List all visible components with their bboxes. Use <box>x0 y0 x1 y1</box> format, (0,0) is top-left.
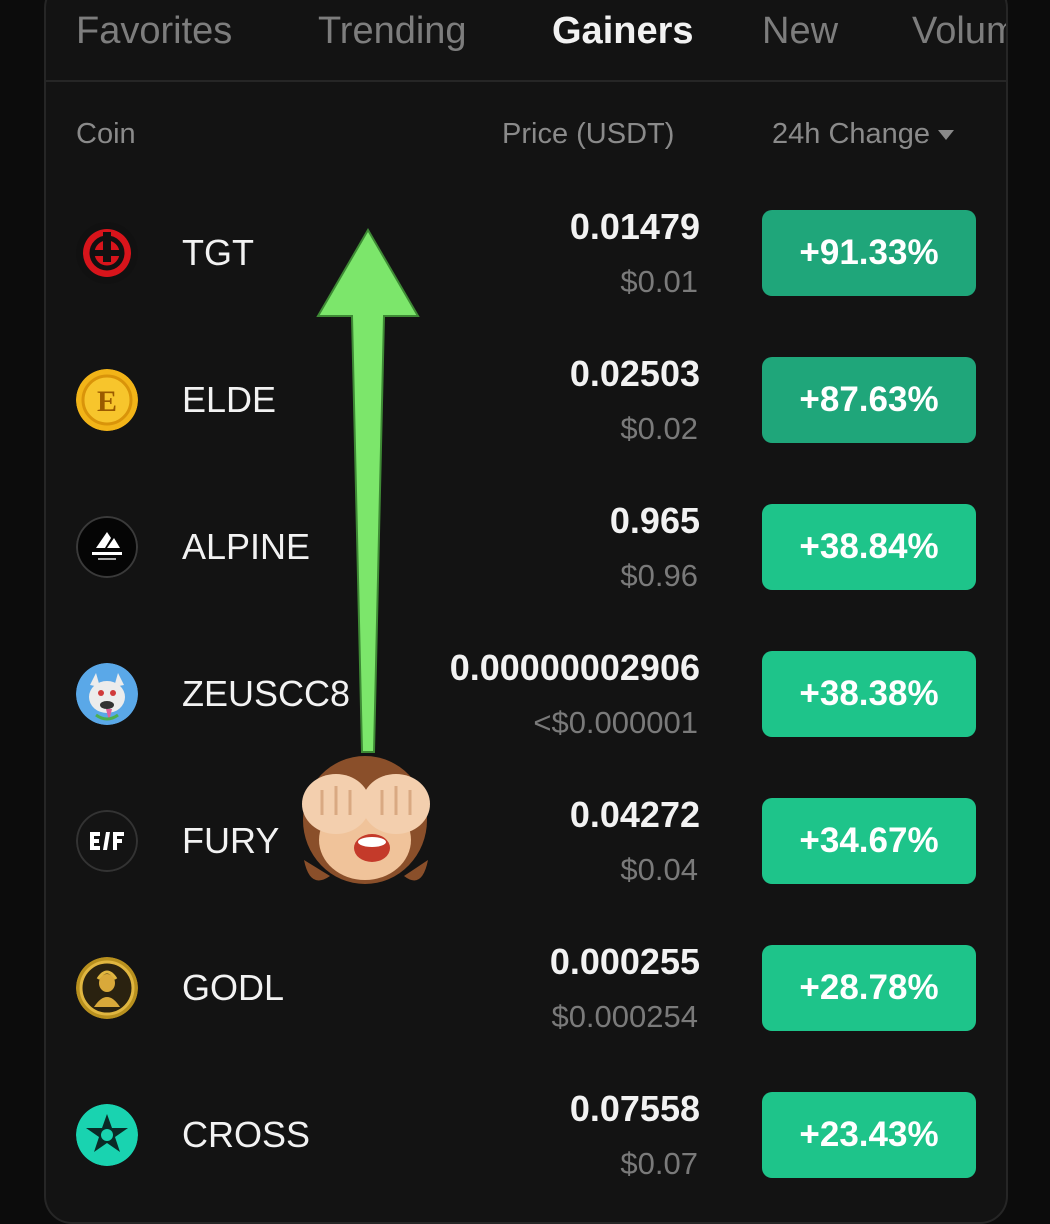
tgt-coin-icon <box>76 222 138 284</box>
sort-descending-icon <box>938 130 955 141</box>
coin-symbol: TGT <box>182 232 254 273</box>
coin-row-cross[interactable]: CROSS 0.07558 $0.07 +23.43% <box>46 1070 1006 1200</box>
coin-column-header: Coin <box>76 118 136 150</box>
coin-row-zeuscc8[interactable]: ZEUSCC8 0.00000002906 <$0.000001 +38.38% <box>46 629 1006 759</box>
change-badge[interactable]: +34.67% <box>762 798 976 884</box>
coin-symbol: CROSS <box>182 1114 311 1155</box>
coin-usd-price: <$0.000001 <box>533 705 698 740</box>
coin-price: 0.07558 <box>569 1088 700 1129</box>
svg-text:E: E <box>97 385 117 418</box>
change-column-label: 24h Change <box>772 118 931 150</box>
coin-symbol: FURY <box>182 820 280 861</box>
tab-gainers[interactable]: Gainers <box>552 10 694 53</box>
change-badge[interactable]: +28.78% <box>762 945 976 1031</box>
coin-usd-price: $0.000254 <box>551 999 698 1034</box>
coin-price: 0.04272 <box>569 794 700 835</box>
coin-usd-price: $0.96 <box>620 558 698 593</box>
tab-volume[interactable]: Volume <box>912 10 1006 53</box>
coin-usd-price: $0.02 <box>620 411 698 446</box>
market-list-panel: Favorites Trending Gainers New Volume Co… <box>44 0 1008 1224</box>
tab-favorites[interactable]: Favorites <box>76 10 232 53</box>
coin-price: 0.01479 <box>569 206 700 247</box>
change-badge[interactable]: +38.84% <box>762 504 976 590</box>
change-badge[interactable]: +38.38% <box>762 651 976 737</box>
price-column-header[interactable]: Price (USDT) <box>502 118 674 151</box>
coin-symbol: GODL <box>182 967 285 1008</box>
coin-usd-price: $0.04 <box>620 852 698 887</box>
coin-row-alpine[interactable]: ALPINE 0.965 $0.96 +38.84% <box>46 482 1006 612</box>
alpine-coin-icon <box>76 516 138 578</box>
coin-price: 0.02503 <box>569 353 700 394</box>
coin-row-tgt[interactable]: TGT 0.01479 $0.01 +91.33% <box>46 188 1006 318</box>
godl-coin-icon <box>76 957 138 1019</box>
coin-symbol: ELDE <box>182 379 277 420</box>
coin-usd-price: $0.07 <box>620 1146 698 1181</box>
coin-usd-price: $0.01 <box>620 264 698 299</box>
change-column-header[interactable]: 24h Change <box>772 118 955 151</box>
coin-price: 0.965 <box>609 500 700 541</box>
zeus-coin-icon <box>76 663 138 725</box>
coin-price: 0.00000002906 <box>449 647 700 688</box>
coin-row-godl[interactable]: GODL 0.000255 $0.000254 +28.78% <box>46 923 1006 1053</box>
fury-coin-icon <box>76 810 138 872</box>
change-badge[interactable]: +91.33% <box>762 210 976 296</box>
coin-row-elde[interactable]: E ELDE 0.02503 $0.02 +87.63% <box>46 335 1006 465</box>
cross-coin-icon <box>76 1104 138 1166</box>
coin-symbol: ALPINE <box>182 526 311 567</box>
tab-trending[interactable]: Trending <box>318 10 467 53</box>
elde-coin-icon: E <box>76 369 138 431</box>
change-badge[interactable]: +23.43% <box>762 1092 976 1178</box>
coin-symbol: ZEUSCC8 <box>182 673 351 714</box>
tab-new[interactable]: New <box>762 10 838 53</box>
coin-row-fury[interactable]: FURY 0.04272 $0.04 +34.67% <box>46 776 1006 906</box>
market-tabs: Favorites Trending Gainers New Volume <box>46 2 1006 82</box>
coin-price: 0.000255 <box>549 941 700 982</box>
change-badge[interactable]: +87.63% <box>762 357 976 443</box>
